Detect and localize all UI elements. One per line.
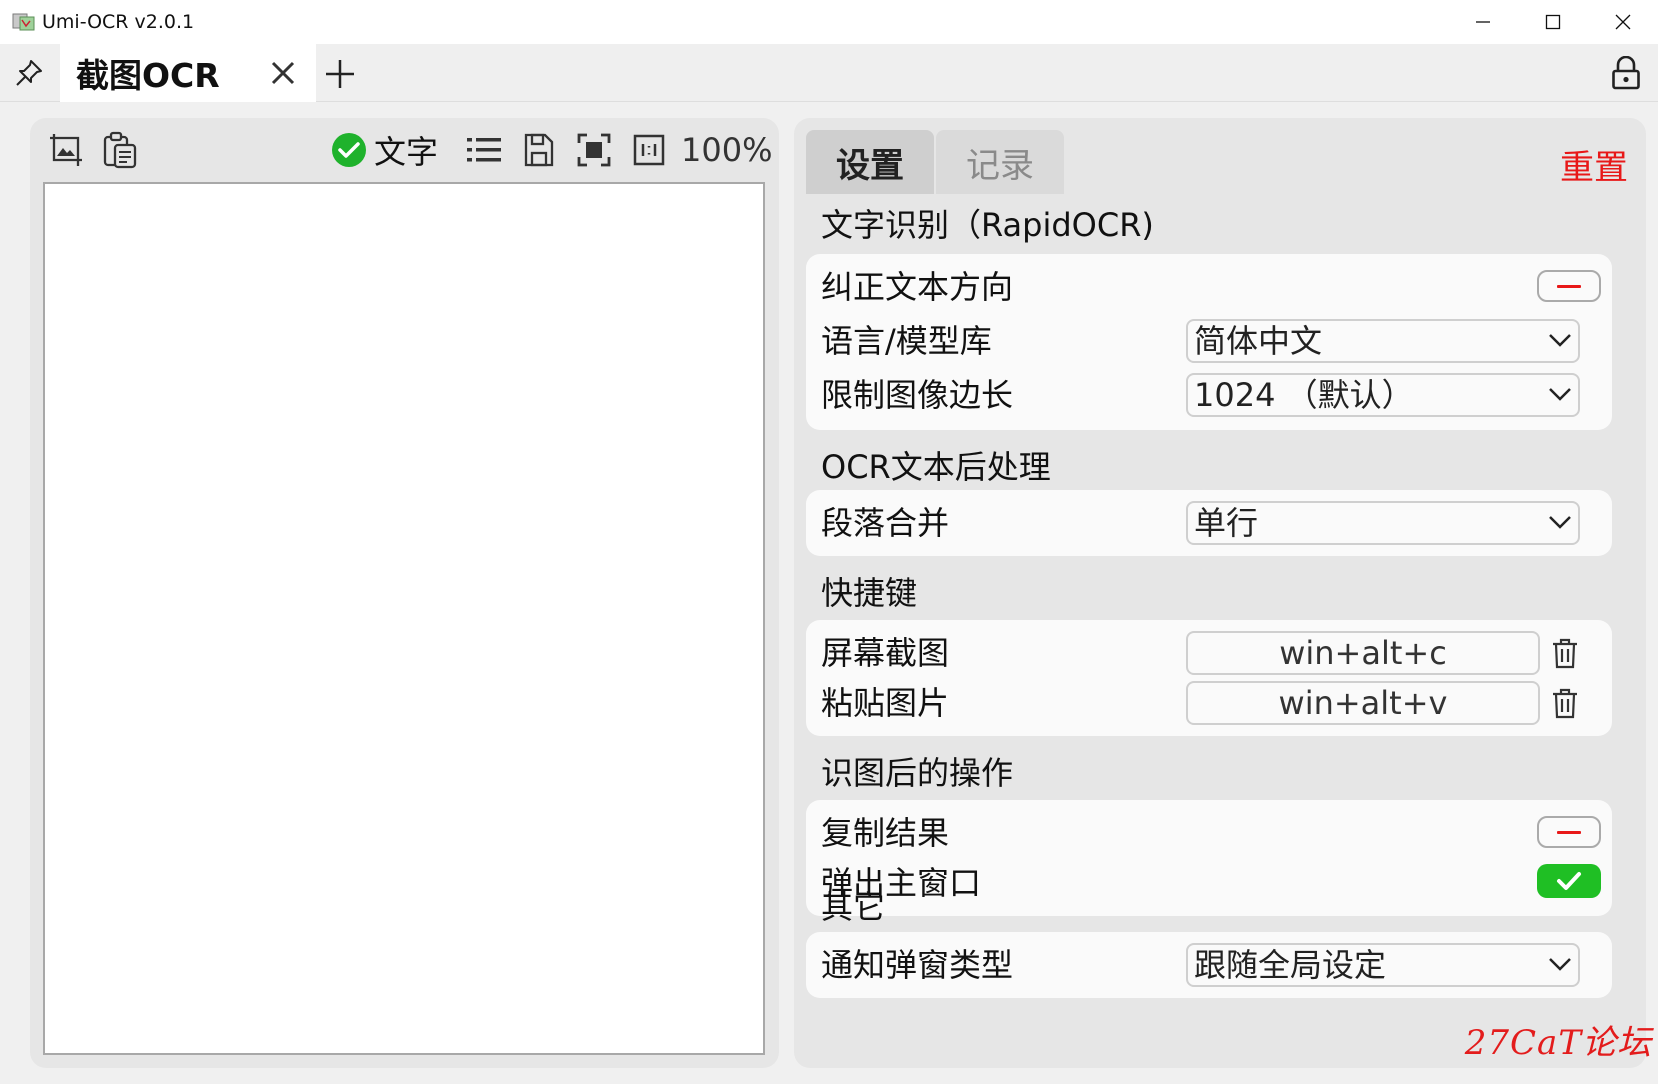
section-title-other: 其它 (821, 888, 886, 926)
screenshot-image-icon (50, 134, 82, 166)
chevron-down-icon (1549, 958, 1571, 971)
dropdown-value: 1024 （默认） (1194, 376, 1414, 414)
close-icon (1615, 14, 1631, 30)
actual-size-icon (633, 134, 665, 166)
list-icon (467, 138, 501, 162)
setting-label: 屏幕截图 (821, 634, 950, 672)
tab-settings[interactable]: 设置 (806, 130, 934, 194)
checkmark-icon (1557, 872, 1581, 890)
trash-icon (1553, 638, 1577, 669)
switch-off-indicator (1557, 830, 1581, 834)
chevron-down-icon (1549, 334, 1571, 347)
pin-button[interactable] (0, 44, 58, 102)
screenshot-hotkey-field[interactable]: win+alt+c (1186, 631, 1540, 675)
save-icon (524, 133, 554, 167)
paste-hotkey-field[interactable]: win+alt+v (1186, 681, 1540, 725)
image-preview-panel: 文字 100% (30, 118, 779, 1068)
image-canvas[interactable] (43, 182, 765, 1055)
setting-label: 通知弹窗类型 (821, 946, 1014, 984)
paragraph-merge-select[interactable]: 单行 (1186, 501, 1580, 545)
tab-close-button[interactable] (268, 58, 298, 88)
setting-row-language: 语言/模型库 简体中文 (821, 316, 1601, 366)
setting-label: 段落合并 (821, 504, 950, 542)
lock-button[interactable] (1608, 54, 1644, 92)
setting-label: 纠正文本方向 (821, 268, 1014, 306)
correct-direction-switch[interactable] (1537, 270, 1601, 302)
screenshot-button[interactable] (46, 130, 86, 170)
paste-image-button[interactable] (100, 130, 140, 170)
trash-icon (1553, 688, 1577, 719)
setting-label: 限制图像边长 (821, 376, 1014, 414)
group-postprocess: 段落合并 单行 (806, 490, 1612, 556)
setting-row-paragraph: 段落合并 单行 (821, 498, 1601, 548)
maximize-button[interactable] (1518, 0, 1588, 44)
add-tab-icon (326, 60, 354, 88)
tab-bar: 截图OCR (0, 44, 1658, 102)
maximize-icon (1545, 14, 1561, 30)
delete-paste-hotkey-button[interactable] (1548, 684, 1582, 722)
setting-label: 粘贴图片 (821, 684, 950, 722)
tab-label: 截图OCR (76, 56, 220, 95)
minimize-button[interactable] (1448, 0, 1518, 44)
result-list-button[interactable] (464, 130, 504, 170)
setting-row-correct-direction: 纠正文本方向 (821, 262, 1601, 312)
close-window-button[interactable] (1588, 0, 1658, 44)
setting-row-screenshot-hotkey: 屏幕截图 win+alt+c (821, 628, 1601, 678)
language-select[interactable]: 简体中文 (1186, 319, 1580, 363)
dropdown-value: 跟随全局设定 (1194, 946, 1387, 984)
dropdown-value: 单行 (1194, 504, 1259, 542)
fit-screen-button[interactable] (574, 130, 614, 170)
section-title-hotkeys: 快捷键 (821, 574, 918, 612)
watermark: 27CaT论坛 (1464, 1023, 1652, 1063)
setting-label: 语言/模型库 (821, 322, 992, 360)
fit-screen-icon (577, 133, 611, 167)
chevron-down-icon (1549, 516, 1571, 529)
tab-history[interactable]: 记录 (936, 130, 1064, 194)
group-ocr: 纠正文本方向 语言/模型库 简体中文 限制图像边长 1024 （默认） (806, 254, 1612, 430)
save-image-button[interactable] (519, 130, 559, 170)
zoom-level: 100% (681, 131, 773, 169)
setting-label: 复制结果 (821, 814, 950, 852)
group-hotkeys: 屏幕截图 win+alt+c 粘贴图片 win+alt+v (806, 620, 1612, 736)
pin-icon (16, 60, 42, 86)
hotkey-value: win+alt+v (1278, 684, 1448, 722)
app-icon (12, 13, 35, 31)
clipboard-paste-icon (103, 131, 137, 169)
setting-row-copy-result: 复制结果 (821, 808, 1601, 858)
actual-size-button[interactable] (629, 130, 669, 170)
add-tab-button[interactable] (322, 56, 358, 92)
check-circle-icon (332, 133, 366, 167)
settings-panel: 设置 记录 重置 文字识别（RapidOCR) 纠正文本方向 语言/模型库 简体… (794, 118, 1646, 1068)
copy-result-switch[interactable] (1537, 816, 1601, 848)
switch-off-indicator (1557, 284, 1581, 288)
setting-row-notify-type: 通知弹窗类型 跟随全局设定 (821, 940, 1601, 990)
delete-screenshot-hotkey-button[interactable] (1548, 634, 1582, 672)
setting-row-paste-hotkey: 粘贴图片 win+alt+v (821, 678, 1601, 728)
popup-main-window-switch[interactable] (1537, 864, 1601, 898)
minimize-icon (1476, 21, 1490, 23)
section-title-ocr: 文字识别（RapidOCR) (821, 206, 1154, 244)
group-after-ocr: 复制结果 弹出主窗口 (806, 800, 1612, 916)
notify-type-select[interactable]: 跟随全局设定 (1186, 943, 1580, 987)
group-other: 通知弹窗类型 跟随全局设定 (806, 932, 1612, 998)
dropdown-value: 简体中文 (1194, 322, 1323, 360)
text-toggle-label: 文字 (374, 133, 439, 171)
reset-button[interactable]: 重置 (1560, 140, 1628, 189)
section-title-after-ocr: 识图后的操作 (821, 754, 1014, 792)
chevron-down-icon (1549, 388, 1571, 401)
window-title: Umi-OCR v2.0.1 (42, 11, 195, 33)
setting-row-popup-main: 弹出主窗口 (821, 858, 1601, 908)
setting-row-limit-side: 限制图像边长 1024 （默认） (821, 370, 1601, 420)
lock-icon (1612, 56, 1640, 90)
window-title-bar: Umi-OCR v2.0.1 (0, 0, 1658, 44)
hotkey-value: win+alt+c (1279, 634, 1447, 672)
tab-close-icon (271, 61, 295, 85)
text-display-toggle[interactable]: 文字 (332, 130, 439, 171)
tab-screenshot-ocr[interactable]: 截图OCR (60, 44, 316, 102)
limit-side-select[interactable]: 1024 （默认） (1186, 373, 1580, 417)
section-title-postprocess: OCR文本后处理 (821, 448, 1051, 486)
